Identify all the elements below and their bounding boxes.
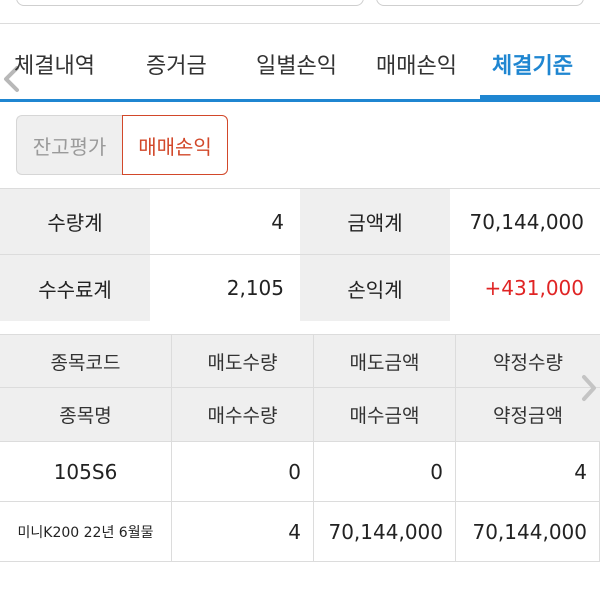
header-item-name: 종목명	[0, 388, 172, 441]
segment-balance-eval[interactable]: 잔고평가	[16, 115, 122, 175]
table-header-row: 종목명 매수수량 매수금액 약정금액	[0, 388, 600, 442]
tab-margin[interactable]: 증거금	[146, 48, 207, 80]
chevron-right-icon[interactable]	[578, 372, 600, 404]
fee-total-label: 수수료계	[0, 255, 150, 321]
summary-row: 수수료계 2,105 손익계 +431,000	[0, 255, 600, 321]
tab-execution-basis[interactable]: 체결기준	[492, 48, 573, 80]
header-item-code: 종목코드	[0, 335, 172, 387]
active-tab-indicator	[480, 95, 600, 99]
header-buy-amount: 매수금액	[314, 388, 456, 441]
segment-trading-pnl[interactable]: 매매손익	[122, 115, 228, 175]
pnl-total-label: 손익계	[300, 255, 450, 321]
tab-bar: 체결내역 증거금 일별손익 매매손익 체결기준	[0, 24, 600, 102]
header-sell-amount: 매도금액	[314, 335, 456, 387]
cell-item-code: 105S6	[0, 442, 172, 501]
cell-item-name: 미니K200 22년 6월물	[0, 502, 172, 561]
table-header-row: 종목코드 매도수량 매도금액 약정수량	[0, 334, 600, 388]
header-sell-qty: 매도수량	[172, 335, 314, 387]
top-input-left[interactable]	[16, 0, 364, 6]
summary-row: 수량계 4 금액계 70,144,000	[0, 189, 600, 255]
qty-total-value: 4	[150, 189, 300, 254]
cell-buy-qty: 4	[172, 502, 314, 561]
table-row[interactable]: 105S6 0 0 4	[0, 442, 600, 502]
qty-total-label: 수량계	[0, 189, 150, 254]
header-buy-qty: 매수수량	[172, 388, 314, 441]
tab-daily-pnl[interactable]: 일별손익	[256, 48, 337, 80]
cell-sell-amount: 0	[314, 442, 456, 501]
pnl-total-value: +431,000	[450, 255, 600, 321]
cell-buy-amount: 70,144,000	[314, 502, 456, 561]
top-input-right[interactable]	[376, 0, 584, 6]
summary-panel: 수량계 4 금액계 70,144,000 수수료계 2,105 손익계 +431…	[0, 188, 600, 321]
table-row[interactable]: 미니K200 22년 6월물 4 70,144,000 70,144,000	[0, 502, 600, 562]
cell-contract-qty: 4	[456, 442, 600, 501]
cell-contract-amount: 70,144,000	[456, 502, 600, 561]
top-bar	[0, 0, 600, 24]
amount-total-value: 70,144,000	[450, 189, 600, 254]
cell-sell-qty: 0	[172, 442, 314, 501]
amount-total-label: 금액계	[300, 189, 450, 254]
tab-trading-pnl[interactable]: 매매손익	[376, 48, 457, 80]
segment-control: 잔고평가 매매손익	[16, 115, 228, 175]
fee-total-value: 2,105	[150, 255, 300, 321]
tab-trade-history[interactable]: 체결내역	[14, 48, 95, 80]
